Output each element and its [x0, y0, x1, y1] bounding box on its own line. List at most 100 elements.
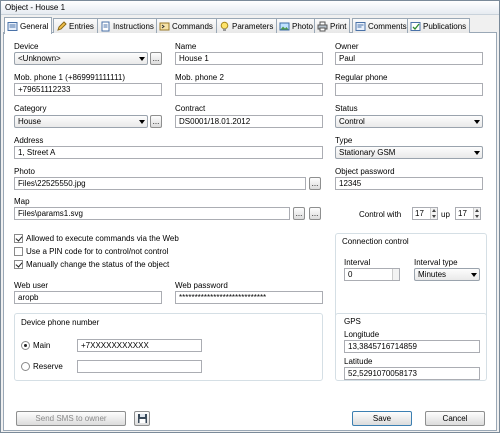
status-select[interactable]: Control	[335, 115, 483, 128]
tab-label: Commands	[172, 21, 213, 31]
map-label: Map	[14, 197, 30, 206]
tab-instructions[interactable]: Instructions	[97, 18, 158, 33]
interval-type-select[interactable]: Minutes	[414, 268, 480, 281]
regular-phone-label: Regular phone	[335, 73, 388, 82]
reserve-phone-input[interactable]	[77, 360, 202, 373]
commands-icon	[159, 22, 170, 30]
object-password-input[interactable]: 12345	[335, 177, 483, 190]
pencil-icon	[57, 20, 67, 31]
longitude-input[interactable]: 13,3845716714859	[344, 340, 480, 353]
manual-status-checkbox[interactable]: Manually change the status of the object	[14, 260, 169, 269]
regular-phone-input[interactable]	[335, 83, 483, 96]
use-pin-code-checkbox[interactable]: Use a PIN code for to control/not contro…	[14, 247, 168, 256]
tab-parameters[interactable]: Parameters	[216, 18, 278, 33]
lightbulb-icon	[220, 21, 229, 31]
comments-icon	[355, 21, 366, 31]
tab-label: Photo	[292, 21, 313, 31]
main-phone-label: Main	[33, 341, 51, 350]
type-value: Stationary GSM	[339, 148, 396, 157]
map-browse-button[interactable]: ...	[293, 207, 305, 220]
device-browse-button[interactable]: ...	[150, 52, 162, 65]
connection-control-title: Connection control	[342, 237, 409, 246]
spinner-arrows-icon[interactable]	[430, 208, 437, 219]
photo-input[interactable]: Files\22525550.jpg	[14, 177, 306, 190]
tab-label: Parameters	[232, 21, 274, 31]
category-browse-button[interactable]: ...	[150, 115, 162, 128]
tab-publications[interactable]: Publications	[407, 18, 471, 33]
send-sms-button[interactable]: Send SMS to owner	[16, 411, 126, 426]
radio-dot[interactable]	[21, 362, 30, 371]
tab-photo[interactable]: Photo	[276, 18, 317, 33]
chevron-down-icon	[139, 120, 145, 124]
tab-general[interactable]: General	[4, 17, 53, 34]
contract-label: Contract	[175, 104, 206, 113]
control-from-value: 17	[415, 209, 424, 218]
latitude-input[interactable]: 52,5291070058173	[344, 367, 480, 380]
name-label: Name	[175, 42, 197, 51]
save-button[interactable]: Save	[352, 411, 412, 426]
tab-print[interactable]: Print	[314, 18, 351, 33]
tab-label: General	[20, 21, 49, 31]
mob-phone1-label: Mob. phone 1 (+869991111111)	[14, 73, 125, 82]
printer-icon	[317, 21, 328, 31]
window-title: Object - House 1	[5, 3, 66, 12]
title-bar: Object - House 1	[1, 1, 499, 15]
checkbox-box[interactable]	[14, 260, 23, 269]
map-clear-button[interactable]: ...	[309, 207, 321, 220]
device-label: Device	[14, 42, 39, 51]
latitude-label: Latitude	[344, 357, 373, 366]
publications-icon	[410, 21, 421, 31]
chevron-down-icon	[139, 57, 145, 61]
save-to-disk-button[interactable]	[134, 411, 150, 426]
spinner-arrows-icon[interactable]	[392, 269, 399, 280]
contract-input[interactable]: DS0001/18.01.2012	[175, 115, 323, 128]
main-phone-input[interactable]: +7XXXXXXXXXXX	[77, 339, 202, 352]
floppy-disk-icon	[137, 414, 147, 423]
reserve-phone-radio[interactable]: Reserve	[21, 362, 63, 371]
gps-group: GPS Longitude 13,3845716714859 Latitude …	[335, 313, 487, 381]
mob-phone2-input[interactable]	[175, 83, 323, 96]
device-value: <Unknown>	[18, 54, 61, 63]
gps-title: GPS	[344, 317, 361, 326]
checkbox-label: Use a PIN code for to control/not contro…	[26, 247, 169, 256]
cancel-button[interactable]: Cancel	[425, 411, 485, 426]
interval-input[interactable]: 0	[344, 268, 400, 281]
control-with-label: Control with	[359, 210, 402, 219]
photo-label: Photo	[14, 167, 35, 176]
owner-label: Owner	[335, 42, 359, 51]
device-select[interactable]: <Unknown>	[14, 52, 148, 65]
checkbox-label: Allowed to execute commands via the Web	[26, 234, 179, 243]
owner-input[interactable]: Paul	[335, 52, 483, 65]
map-input[interactable]: Files\params1.svg	[14, 207, 290, 220]
type-select[interactable]: Stationary GSM	[335, 146, 483, 159]
control-to-spinner[interactable]: 17	[455, 207, 481, 220]
tab-comments[interactable]: Comments	[352, 18, 411, 33]
web-password-input[interactable]: ****************************	[175, 291, 323, 304]
longitude-label: Longitude	[344, 330, 380, 339]
object-window: Object - House 1 General Entries Instruc…	[0, 0, 500, 433]
address-input[interactable]: 1, Street A	[14, 146, 323, 159]
chevron-down-icon	[474, 151, 480, 155]
category-select[interactable]: House	[14, 115, 148, 128]
tab-strip: General Entries Instructions Commands Pa…	[3, 17, 497, 34]
checkbox-box[interactable]	[14, 234, 23, 243]
control-from-spinner[interactable]: 17	[412, 207, 438, 220]
web-user-input[interactable]: aropb	[14, 291, 162, 304]
spinner-arrows-icon[interactable]	[473, 208, 480, 219]
checkbox-box[interactable]	[14, 247, 23, 256]
radio-dot[interactable]	[21, 341, 30, 350]
name-input[interactable]: House 1	[175, 52, 323, 65]
main-phone-radio[interactable]: Main	[21, 341, 50, 350]
tab-entries[interactable]: Entries	[53, 18, 98, 33]
type-label: Type	[335, 136, 353, 145]
checkbox-label: Manually change the status of the object	[26, 260, 170, 269]
mob-phone1-input[interactable]: +79651112233	[14, 83, 162, 96]
allow-web-commands-checkbox[interactable]: Allowed to execute commands via the Web	[14, 234, 179, 243]
chevron-down-icon	[471, 273, 477, 277]
tab-label: Instructions	[113, 21, 154, 31]
photo-browse-button[interactable]: ...	[309, 177, 321, 190]
object-password-label: Object password	[335, 167, 395, 176]
status-value: Control	[339, 117, 365, 126]
device-phone-group: Device phone number Main +7XXXXXXXXXXX R…	[14, 313, 323, 381]
tab-commands[interactable]: Commands	[156, 18, 217, 33]
